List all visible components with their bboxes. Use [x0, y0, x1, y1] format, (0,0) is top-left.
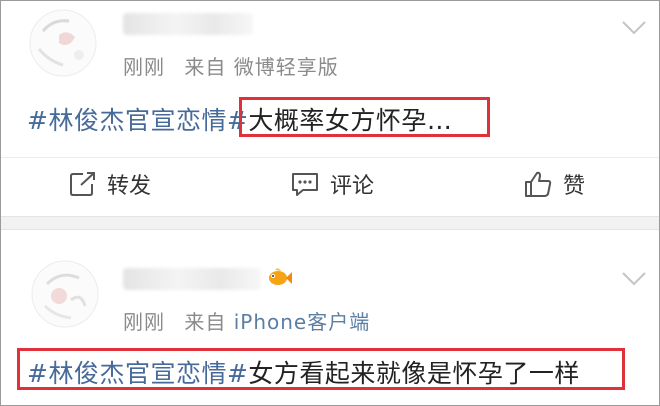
goldfish-badge-icon	[269, 268, 292, 285]
source-prefix: 来自	[184, 55, 227, 79]
avatar[interactable]	[31, 260, 99, 328]
post-time: 刚刚	[123, 310, 165, 334]
username-blurred[interactable]	[123, 13, 253, 35]
chevron-down-icon[interactable]	[621, 19, 647, 37]
repost-button[interactable]: 转发	[69, 168, 151, 200]
repost-label: 转发	[107, 174, 152, 199]
action-bar: 转发 评论 赞	[1, 157, 659, 207]
thumbs-up-icon	[525, 171, 552, 197]
repost-icon	[70, 172, 95, 196]
comment-icon	[292, 173, 318, 196]
chevron-down-icon[interactable]	[621, 270, 647, 288]
like-button[interactable]: 赞	[523, 168, 585, 200]
source-prefix: 来自	[184, 310, 227, 334]
post-time: 刚刚	[123, 55, 165, 79]
post-meta: 刚刚 来自 微博轻享版	[123, 51, 339, 80]
weibo-post: 刚刚 来自 微博轻享版 #林俊杰官宣恋情#大概率女方怀孕… 转发 评论 赞	[1, 1, 659, 216]
username-blurred[interactable]	[123, 268, 261, 290]
comment-label: 评论	[330, 174, 375, 199]
post-separator	[1, 216, 659, 230]
avatar[interactable]	[29, 9, 97, 77]
post-source[interactable]: iPhone客户端	[234, 310, 371, 334]
post-source[interactable]: 微博轻享版	[234, 55, 339, 79]
like-label: 赞	[563, 174, 586, 199]
weibo-post: 刚刚 来自 iPhone客户端 #林俊杰官宣恋情#女方看起来就像是怀孕了一样	[1, 230, 659, 405]
highlight-box	[239, 97, 490, 137]
highlight-box	[17, 348, 625, 390]
hashtag-link[interactable]: #林俊杰官宣恋情#	[27, 106, 248, 135]
post-meta: 刚刚 来自 iPhone客户端	[123, 306, 370, 335]
comment-button[interactable]: 评论	[290, 168, 374, 200]
